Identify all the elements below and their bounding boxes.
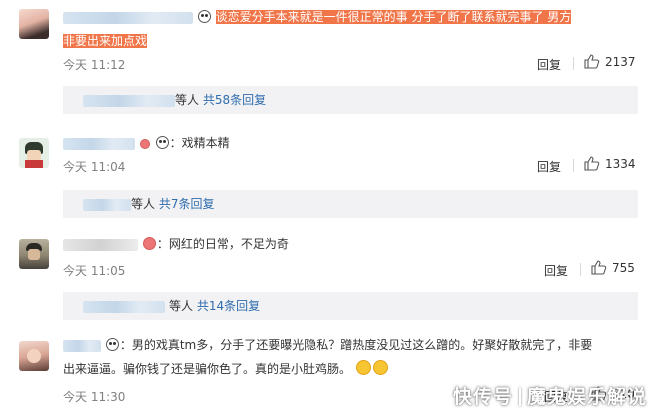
panda-emoji-icon — [197, 10, 211, 23]
emoji-icon — [139, 139, 150, 149]
watermark-author: 魔鬼娱乐解说 — [526, 386, 647, 408]
timestamp: 今天 11:05 — [63, 264, 126, 278]
reply-button[interactable]: 回复 — [537, 56, 561, 73]
thumbs-up-icon — [584, 156, 600, 171]
reply-summary[interactable]: 等人 共14条回复 — [63, 292, 638, 320]
divider — [573, 57, 574, 70]
heart-emoji-icon — [142, 237, 156, 250]
timestamp: 今天 11:04 — [63, 160, 126, 174]
username-blurred[interactable] — [63, 11, 193, 24]
panda-emoji-icon — [155, 136, 169, 149]
username-blurred — [83, 94, 175, 107]
like-count: 755 — [612, 261, 635, 275]
comment-body: 出来逼逼。骗你钱了还是骗你色了。真的是小肚鸡肠。 — [63, 362, 352, 376]
watermark-source: 快传号 — [452, 386, 513, 408]
timestamp: 今天 11:30 — [63, 390, 126, 404]
divider — [580, 263, 581, 276]
comment-body: ：戏精本精 — [169, 136, 230, 150]
comment-3: ：网红的日常，不足为奇 今天 11:05 回复 755 等人 共14条回复 — [0, 225, 655, 320]
kiss-emoji-icon — [355, 360, 371, 375]
panda-emoji-icon — [105, 338, 119, 351]
comment-1: 谈恋爱分手本来就是一件很正常的事 分手了断了联系就完事了 男方 非要出来加点戏 … — [0, 0, 655, 114]
comment-body: ：男的戏真tm多，分手了还要曝光隐私？蹭热度没见过这么蹭的。好聚好散就完了，非要 — [119, 338, 593, 352]
watermark: 快传号 魔鬼娱乐解说 — [453, 382, 647, 409]
username-blurred[interactable] — [63, 238, 138, 251]
reply-summary[interactable]: 等人 共58条回复 — [63, 86, 638, 114]
like-button[interactable]: 755 — [591, 260, 635, 275]
comment-text: ：戏精本精 — [63, 134, 230, 152]
avatar[interactable] — [19, 138, 49, 168]
avatar[interactable] — [19, 9, 49, 39]
username-blurred — [83, 300, 165, 313]
comment-text-line-2: 非要出来加点戏 — [63, 32, 148, 50]
username-blurred[interactable] — [63, 339, 101, 352]
timestamp: 今天 11:12 — [63, 58, 126, 72]
highlighted-text: 谈恋爱分手本来就是一件很正常的事 分手了断了联系就完事了 男方 — [215, 10, 572, 24]
comment-body: ：网红的日常，不足为奇 — [156, 237, 289, 251]
reply-count-link[interactable]: 共58条回复 — [203, 93, 266, 107]
reply-count-link[interactable]: 共7条回复 — [159, 197, 215, 211]
thumbs-up-icon — [584, 54, 600, 69]
watermark-divider — [518, 388, 521, 406]
divider — [573, 159, 574, 172]
comment-text: ：男的戏真tm多，分手了还要曝光隐私？蹭热度没见过这么蹭的。好聚好散就完了，非要 — [63, 336, 592, 354]
reply-button[interactable]: 回复 — [537, 158, 561, 175]
comment-text-line-2: 出来逼逼。骗你钱了还是骗你色了。真的是小肚鸡肠。 — [63, 360, 389, 378]
like-button[interactable]: 1334 — [584, 156, 636, 171]
like-button[interactable]: 2137 — [584, 54, 636, 69]
thumbs-up-icon — [591, 260, 607, 275]
comment-text: 谈恋爱分手本来就是一件很正常的事 分手了断了联系就完事了 男方 — [63, 8, 572, 26]
reply-button[interactable]: 回复 — [544, 262, 568, 279]
comment-text: ：网红的日常，不足为奇 — [63, 235, 289, 253]
comment-2: ：戏精本精 今天 11:04 回复 1334 等人 共7条回复 — [0, 120, 655, 220]
reply-summary[interactable]: 等人 共7条回复 — [63, 190, 638, 218]
reply-count-link[interactable]: 共14条回复 — [197, 299, 260, 313]
username-blurred — [83, 198, 131, 211]
highlighted-text: 非要出来加点戏 — [63, 34, 148, 48]
avatar[interactable] — [19, 341, 49, 371]
kiss-emoji-icon — [372, 360, 388, 375]
avatar[interactable] — [19, 239, 49, 269]
like-count: 2137 — [605, 55, 636, 69]
like-count: 1334 — [605, 157, 636, 171]
username-blurred[interactable] — [63, 137, 135, 150]
